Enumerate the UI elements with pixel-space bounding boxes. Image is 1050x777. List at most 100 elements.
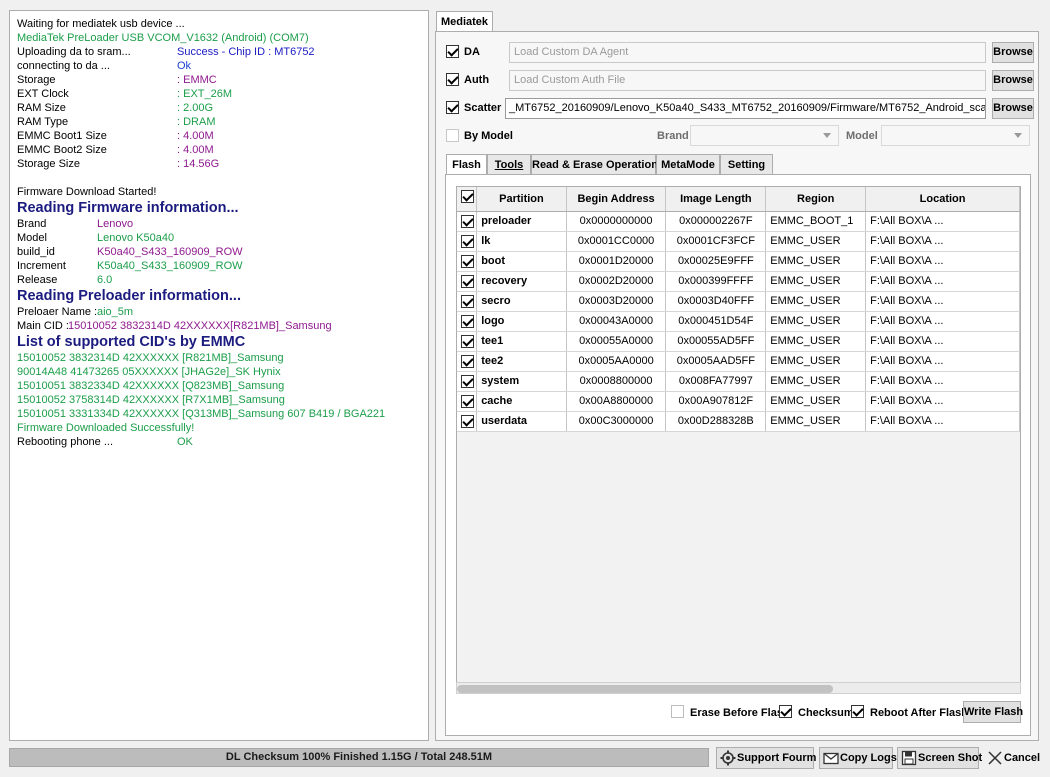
row-checkbox[interactable] [461, 374, 474, 388]
table-row[interactable]: logo 0x00043A0000 0x000451D54F EMMC_USER F:\… [457, 311, 1020, 332]
col-partition[interactable]: Partition [476, 187, 567, 212]
col-region[interactable]: Region [765, 187, 867, 212]
cell-location[interactable]: F:\All BOX\A ... [865, 331, 1020, 352]
col-begin-address[interactable]: Begin Address [566, 187, 667, 212]
table-header-row: Partition Begin Address Image Length Reg… [457, 187, 1020, 212]
table-row[interactable]: preloader 0x0000000000 0x000002267F EMMC_BO… [457, 211, 1020, 232]
table-row[interactable]: tee2 0x0005AA0000 0x0005AAD5FF EMMC_USER F:\… [457, 351, 1020, 372]
table-row[interactable]: cache 0x00A8800000 0x00A907812F EMMC_USER F:… [457, 391, 1020, 412]
row-checkbox[interactable] [461, 274, 474, 288]
row-checkbox[interactable] [461, 234, 474, 248]
tab-metamode[interactable]: MetaMode [656, 154, 720, 175]
row-checkbox[interactable] [461, 414, 474, 428]
auth-checkbox[interactable] [446, 73, 459, 86]
log-line: EMMC Boot1 Size: 4.00M [17, 129, 428, 143]
cell-begin-address: 0x0002D20000 [566, 271, 667, 292]
select-all-cell[interactable] [457, 187, 478, 212]
row-check-cell[interactable] [457, 211, 478, 232]
screenshot-button[interactable]: Screen Shot [897, 747, 982, 769]
select-all-checkbox[interactable] [461, 190, 474, 203]
table-row[interactable]: system 0x0008800000 0x008FA77997 EMMC_USER F… [457, 371, 1020, 392]
log-cid-item: 15010052 3832314D 42XXXXXX [R821MB]_Sams… [17, 351, 428, 365]
cell-begin-address: 0x0003D20000 [566, 291, 667, 312]
cell-location[interactable]: F:\All BOX\A ... [865, 351, 1020, 372]
auth-input[interactable]: Load Custom Auth File [509, 70, 986, 91]
table-row[interactable]: recovery 0x0002D20000 0x000399FFFF EMMC_USE… [457, 271, 1020, 292]
tab-tools[interactable]: Tools [487, 154, 531, 175]
reboot-after-flash-checkbox[interactable] [851, 705, 864, 718]
row-checkbox[interactable] [461, 314, 474, 328]
auth-browse-button[interactable]: Browse [992, 70, 1034, 91]
cell-location[interactable]: F:\All BOX\A ... [865, 211, 1020, 232]
checksum-checkbox[interactable] [779, 705, 792, 718]
reboot-after-flash-label: Reboot After Flash [870, 707, 968, 719]
cell-location[interactable]: F:\All BOX\A ... [865, 271, 1020, 292]
table-row[interactable]: secro 0x0003D20000 0x0003D40FFF EMMC_USER F:… [457, 291, 1020, 312]
cell-location[interactable]: F:\All BOX\A ... [865, 291, 1020, 312]
cell-location[interactable]: F:\All BOX\A ... [865, 391, 1020, 412]
brand-select[interactable] [690, 125, 839, 146]
support-forum-button[interactable]: Support Fourm [716, 747, 816, 769]
scatter-input[interactable]: _MT6752_20160909/Lenovo_K50a40_S433_MT67… [505, 98, 986, 119]
row-checkbox[interactable] [461, 254, 474, 268]
cell-location[interactable]: F:\All BOX\A ... [865, 311, 1020, 332]
da-input[interactable]: Load Custom DA Agent [509, 42, 986, 63]
cell-location[interactable]: F:\All BOX\A ... [865, 411, 1020, 432]
row-check-cell[interactable] [457, 351, 478, 372]
row-checkbox[interactable] [461, 334, 474, 348]
row-check-cell[interactable] [457, 411, 478, 432]
tab-mediatek[interactable]: Mediatek [436, 11, 493, 32]
log-line: build_id K50a40_S433_160909_ROW [17, 245, 428, 259]
row-check-cell[interactable] [457, 251, 478, 272]
row-checkbox[interactable] [461, 214, 474, 228]
scatter-checkbox[interactable] [446, 101, 459, 114]
log-line: connecting to da ... Ok [17, 59, 428, 73]
cell-location[interactable]: F:\All BOX\A ... [865, 371, 1020, 392]
table-row[interactable]: boot 0x0001D20000 0x00025E9FFF EMMC_USER F:\… [457, 251, 1020, 272]
cancel-button[interactable]: Cancel [983, 747, 1041, 769]
log-cid-text: 15010051 3832334D 42XXXXXX [Q823MB]_Sams… [17, 380, 285, 392]
cell-region: EMMC_USER [765, 371, 867, 392]
row-check-cell[interactable] [457, 231, 478, 252]
log-firmware-info: Brand Lenovo Model Lenovo K50a40 build_id K50… [17, 217, 428, 287]
row-check-cell[interactable] [457, 271, 478, 292]
brand-label: Brand [657, 130, 689, 142]
row-check-cell[interactable] [457, 391, 478, 412]
col-image-length[interactable]: Image Length [665, 187, 767, 212]
log-key: RAM Type [17, 116, 69, 128]
write-flash-button[interactable]: Write Flash [963, 701, 1023, 723]
model-select[interactable] [881, 125, 1030, 146]
row-check-cell[interactable] [457, 371, 478, 392]
tab-read-erase[interactable]: Read & Erase Operation [531, 154, 658, 175]
da-browse-button[interactable]: Browse [992, 42, 1034, 63]
row-checkbox[interactable] [461, 354, 474, 368]
log-key: MediaTek PreLoader USB VCOM_V1632 (Andro… [17, 32, 309, 44]
row-checkbox[interactable] [461, 294, 474, 308]
log-line: EXT Clock: EXT_26M [17, 87, 428, 101]
log-cid-list: 15010052 3832314D 42XXXXXX [R821MB]_Sams… [17, 351, 428, 421]
row-checkbox[interactable] [461, 394, 474, 408]
log-value: Lenovo [97, 218, 134, 230]
log-panel[interactable]: Waiting for mediatek usb device ... Media… [9, 10, 429, 741]
da-checkbox[interactable] [446, 45, 459, 58]
table-horizontal-scrollbar[interactable] [456, 682, 1021, 694]
tab-flash[interactable]: Flash [446, 154, 487, 176]
cell-location[interactable]: F:\All BOX\A ... [865, 251, 1020, 272]
scatter-browse-button[interactable]: Browse [992, 98, 1034, 119]
col-location[interactable]: Location [865, 187, 1020, 212]
row-check-cell[interactable] [457, 311, 478, 332]
erase-before-flash-checkbox[interactable] [671, 705, 684, 718]
copy-logs-button[interactable]: Copy Logs [819, 747, 897, 769]
table-row[interactable]: userdata 0x00C3000000 0x00D288328B EMMC_USE… [457, 411, 1020, 432]
row-check-cell[interactable] [457, 331, 478, 352]
by-model-checkbox[interactable] [446, 129, 459, 142]
scrollbar-thumb[interactable] [457, 685, 833, 693]
table-row[interactable]: lk 0x0001CC0000 0x0001CF3FCF EMMC_USER F:\Al… [457, 231, 1020, 252]
log-line: Release 6.0 [17, 273, 428, 287]
cell-location[interactable]: F:\All BOX\A ... [865, 231, 1020, 252]
table-row[interactable]: tee1 0x00055A0000 0x00055AD5FF EMMC_USER F:\… [457, 331, 1020, 352]
auth-label: Auth [464, 74, 490, 86]
row-check-cell[interactable] [457, 291, 478, 312]
cell-begin-address: 0x0001D20000 [566, 251, 667, 272]
tab-setting[interactable]: Setting [720, 154, 773, 175]
